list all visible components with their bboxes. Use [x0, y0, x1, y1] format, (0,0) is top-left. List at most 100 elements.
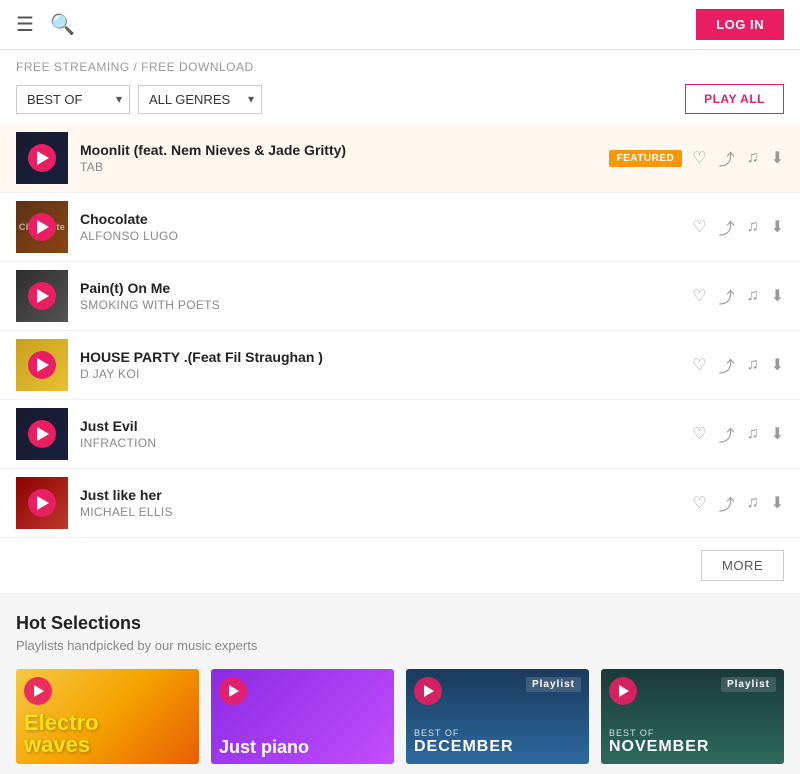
log-in-button[interactable]: LOG IN	[696, 9, 784, 40]
play-overlay[interactable]	[16, 339, 68, 391]
playlist-card[interactable]: Electrowaves	[16, 669, 199, 764]
track-actions: ♡ ⤴ ♫ ⬇	[692, 215, 784, 239]
track-thumb: JE	[16, 408, 68, 460]
share-icon[interactable]: ⤴	[719, 353, 735, 377]
download-icon[interactable]: ⬇	[771, 286, 784, 306]
download-icon[interactable]: ⬇	[771, 217, 784, 237]
card-sublabel: BEST OF	[414, 728, 514, 738]
play-triangle	[37, 358, 49, 372]
like-icon[interactable]: ♡	[692, 217, 706, 237]
share-icon[interactable]: ⤴	[719, 215, 735, 239]
play-triangle	[37, 220, 49, 234]
card-play-circle	[24, 677, 52, 705]
best-of-select[interactable]: BEST OF NEWEST TOP RATED	[16, 85, 130, 114]
share-icon[interactable]: ⤴	[719, 284, 735, 308]
play-circle	[28, 213, 56, 241]
share-icon[interactable]: ⤴	[719, 146, 735, 170]
play-triangle	[37, 151, 49, 165]
card-label-main: NOVEMBER	[609, 738, 709, 756]
hot-selections: Hot Selections Playlists handpicked by o…	[0, 593, 800, 774]
music-note-icon[interactable]: ♫	[747, 149, 759, 167]
track-item[interactable]: Chocolate Chocolate ALFONSO LUGO ♡ ⤴ ♫ ⬇	[0, 193, 800, 262]
play-circle	[28, 420, 56, 448]
hot-selections-title: Hot Selections	[16, 613, 784, 634]
music-note-icon[interactable]: ♫	[747, 494, 759, 512]
more-button[interactable]: MORE	[701, 550, 784, 581]
track-info: Chocolate ALFONSO LUGO	[80, 211, 692, 243]
play-triangle	[37, 496, 49, 510]
track-artist: TAB	[80, 160, 609, 174]
track-item[interactable]: DJK HOUSE PARTY .(Feat Fil Straughan ) D…	[0, 331, 800, 400]
music-note-icon[interactable]: ♫	[747, 218, 759, 236]
track-thumb: DJK	[16, 339, 68, 391]
hot-selections-subtitle: Playlists handpicked by our music expert…	[16, 638, 784, 653]
playlist-grid: Electrowaves Just piano Playlist BEST OF…	[16, 669, 784, 764]
music-note-icon[interactable]: ♫	[747, 425, 759, 443]
download-icon[interactable]: ⬇	[771, 148, 784, 168]
like-icon[interactable]: ♡	[692, 355, 706, 375]
play-circle	[28, 144, 56, 172]
like-icon[interactable]: ♡	[692, 493, 706, 513]
play-circle	[28, 489, 56, 517]
track-actions: ♡ ⤴ ♫ ⬇	[692, 353, 784, 377]
track-info: Just Evil INFRACTION	[80, 418, 692, 450]
search-icon[interactable]: 🔍	[50, 12, 75, 37]
play-overlay[interactable]	[16, 477, 68, 529]
share-icon[interactable]: ⤴	[719, 422, 735, 446]
more-btn-row: MORE	[0, 538, 800, 593]
play-overlay[interactable]	[16, 270, 68, 322]
track-artist: INFRACTION	[80, 436, 692, 450]
share-icon[interactable]: ⤴	[719, 491, 735, 515]
track-item[interactable]: TAB Moonlit (feat. Nem Nieves & Jade Gri…	[0, 124, 800, 193]
track-info: Moonlit (feat. Nem Nieves & Jade Gritty)…	[80, 142, 609, 174]
playlist-card[interactable]: Playlist BEST OF NOVEMBER	[601, 669, 784, 764]
track-info: Pain(t) On Me SMOKING WITH POETS	[80, 280, 692, 312]
music-note-icon[interactable]: ♫	[747, 287, 759, 305]
like-icon[interactable]: ♡	[692, 424, 706, 444]
track-info: Just like her MICHAEL ELLIS	[80, 487, 692, 519]
track-title: Chocolate	[80, 211, 692, 227]
track-actions: ♡ ⤴ ♫ ⬇	[692, 284, 784, 308]
menu-icon[interactable]: ☰	[16, 12, 34, 37]
selects-group: BEST OF NEWEST TOP RATED ALL GENRES POP …	[16, 85, 262, 114]
track-actions: ♡ ⤴ ♫ ⬇	[692, 491, 784, 515]
play-overlay[interactable]	[16, 201, 68, 253]
card-label-main: Electrowaves	[24, 712, 99, 756]
track-info: HOUSE PARTY .(Feat Fil Straughan ) D JAY…	[80, 349, 692, 381]
play-circle	[28, 351, 56, 379]
music-note-icon[interactable]: ♫	[747, 356, 759, 374]
like-icon[interactable]: ♡	[692, 286, 706, 306]
download-icon[interactable]: ⬇	[771, 424, 784, 444]
play-triangle	[37, 427, 49, 441]
track-artist: D JAY KOI	[80, 367, 692, 381]
download-icon[interactable]: ⬇	[771, 355, 784, 375]
track-thumb: TAB	[16, 132, 68, 184]
play-circle	[28, 282, 56, 310]
card-play-triangle	[34, 685, 44, 697]
play-overlay[interactable]	[16, 408, 68, 460]
play-triangle	[37, 289, 49, 303]
track-title: Pain(t) On Me	[80, 280, 692, 296]
playlist-card[interactable]: Just piano	[211, 669, 394, 764]
track-item[interactable]: JLH Just like her MICHAEL ELLIS ♡ ⤴ ♫ ⬇	[0, 469, 800, 538]
card-play-circle	[414, 677, 442, 705]
play-overlay[interactable]	[16, 132, 68, 184]
play-all-button[interactable]: PLAY ALL	[685, 84, 784, 114]
track-title: Moonlit (feat. Nem Nieves & Jade Gritty)	[80, 142, 609, 158]
all-genres-select[interactable]: ALL GENRES POP ROCK JAZZ CLASSICAL ELECT…	[138, 85, 262, 114]
track-thumb: SWP	[16, 270, 68, 322]
card-play-circle	[219, 677, 247, 705]
download-icon[interactable]: ⬇	[771, 493, 784, 513]
track-title: Just like her	[80, 487, 692, 503]
track-artist: ALFONSO LUGO	[80, 229, 692, 243]
card-play-circle	[609, 677, 637, 705]
track-item[interactable]: SWP Pain(t) On Me SMOKING WITH POETS ♡ ⤴…	[0, 262, 800, 331]
header: ☰ 🔍 LOG IN	[0, 0, 800, 50]
like-icon[interactable]: ♡	[692, 148, 706, 168]
track-actions: ♡ ⤴ ♫ ⬇	[692, 422, 784, 446]
track-thumb: JLH	[16, 477, 68, 529]
card-play-triangle	[424, 685, 434, 697]
playlist-card[interactable]: Playlist BEST OF DECEMBER	[406, 669, 589, 764]
card-play-triangle	[229, 685, 239, 697]
track-item[interactable]: JE Just Evil INFRACTION ♡ ⤴ ♫ ⬇	[0, 400, 800, 469]
